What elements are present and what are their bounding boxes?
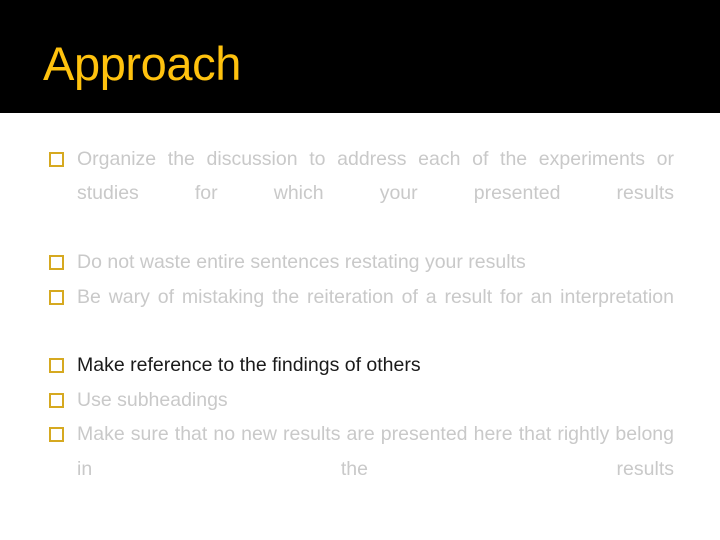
- bullet-item-do-not-waste-sentences: Do not waste entire sentences restating …: [48, 245, 674, 279]
- bullet-text: Do not waste entire sentences restating …: [77, 251, 526, 274]
- slide-body: Organize the discussion to address each …: [0, 113, 720, 540]
- bullet-item-organize-discussion: Organize the discussion to address each …: [48, 142, 674, 245]
- hollow-square-bullet-icon: [49, 255, 64, 271]
- hollow-square-bullet-icon: [49, 427, 64, 443]
- hollow-square-bullet-icon: [49, 392, 64, 408]
- bullet-item-no-new-results: Make sure that no new results are presen…: [48, 417, 674, 520]
- hollow-square-bullet-icon: [49, 289, 64, 305]
- presentation-slide: Approach Organize the discussion to addr…: [0, 0, 720, 540]
- bullet-list: Organize the discussion to address each …: [48, 142, 674, 520]
- bullet-text: Be wary of mistaking the reiteration of …: [77, 285, 674, 308]
- bullet-text: Use subheadings: [77, 388, 228, 411]
- bullet-text: Make sure that no new results are presen…: [77, 423, 674, 480]
- bullet-item-use-subheadings: Use subheadings: [48, 383, 674, 417]
- bullet-text: Organize the discussion to address each …: [77, 148, 674, 205]
- bullet-item-be-wary-of-mistaking: Be wary of mistaking the reiteration of …: [48, 280, 674, 349]
- slide-title: Approach: [43, 37, 241, 90]
- hollow-square-bullet-icon: [49, 152, 64, 167]
- slide-title-band: Approach: [0, 0, 720, 113]
- bullet-item-make-reference-to-findings: Make reference to the findings of others: [48, 348, 674, 382]
- bullet-text: Make reference to the findings of others: [77, 354, 421, 377]
- hollow-square-bullet-icon: [49, 358, 64, 374]
